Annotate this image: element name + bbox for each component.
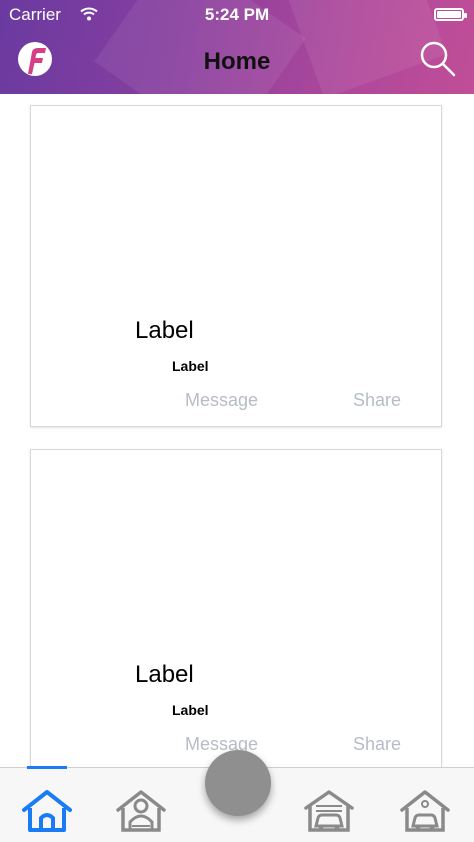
status-time: 5:24 PM (204, 5, 270, 24)
active-tab-indicator (27, 766, 67, 769)
share-button[interactable]: Share (353, 734, 401, 755)
message-button[interactable]: Message (185, 390, 258, 411)
card-title: Label (135, 661, 194, 688)
share-button[interactable]: Share (353, 390, 401, 411)
card-subtitle: Label (172, 358, 209, 374)
center-action-button[interactable] (205, 750, 271, 816)
page-title: Home (203, 48, 271, 75)
garage-car-icon (304, 790, 354, 832)
home-icon (22, 790, 72, 832)
tab-house-car[interactable] (398, 788, 452, 834)
feed-card[interactable]: Label Label Message Share (30, 105, 442, 427)
tab-home[interactable] (20, 788, 74, 834)
house-car-icon (400, 790, 450, 832)
profile-house-icon (116, 790, 166, 832)
card-subtitle: Label (172, 702, 209, 718)
battery-icon (434, 8, 467, 21)
card-title: Label (135, 317, 194, 344)
tab-garage[interactable] (302, 788, 356, 834)
tab-profile[interactable] (114, 788, 168, 834)
header: Carrier 5:24 PM Home (0, 0, 474, 94)
feed-card[interactable]: Label Label Message Share (30, 449, 442, 779)
status-bar: Carrier 5:24 PM (0, 0, 474, 30)
search-icon[interactable] (419, 40, 457, 78)
